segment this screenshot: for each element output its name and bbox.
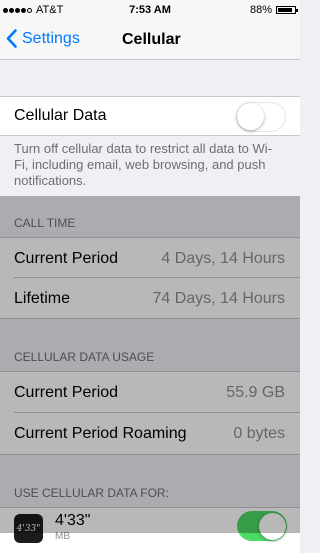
toggle-knob [259, 512, 286, 540]
cellular-data-row: Cellular Data [0, 96, 300, 136]
back-button-label: Settings [22, 29, 80, 47]
row-label: Current Period Roaming [14, 425, 187, 442]
row-label: Lifetime [14, 290, 71, 307]
cellular-data-label: Cellular Data [14, 107, 107, 124]
toggle-knob [237, 103, 264, 130]
row-value: 4 Days, 14 Hours [161, 250, 285, 267]
status-right: 88% [249, 4, 298, 16]
cellular-data-toggle[interactable] [236, 102, 286, 132]
call-time-lifetime-row: Lifetime 74 Days, 14 Hours [0, 278, 300, 319]
app-icon: 4'33" [14, 514, 43, 543]
status-bar: AT&T 7:53 AM 88% [0, 0, 300, 20]
page-title: Cellular [122, 31, 181, 48]
app-row: 4'33" 4'33" MB [0, 507, 300, 553]
row-value: 0 bytes [233, 425, 285, 442]
row-label: Current Period [14, 384, 119, 401]
usage-current-period-row: Current Period 55.9 GB [0, 371, 300, 413]
app-name: 4'33" [55, 512, 91, 529]
usage-roaming-row: Current Period Roaming 0 bytes [0, 413, 300, 455]
row-value: 55.9 GB [226, 384, 285, 401]
data-usage-header: CELLULAR DATA USAGE [14, 350, 155, 364]
call-time-header: CALL TIME [14, 216, 76, 230]
call-time-current-period-row: Current Period 4 Days, 14 Hours [0, 237, 300, 278]
cellular-data-footer: Turn off cellular data to restrict all d… [14, 141, 272, 188]
battery-percent: 88% [249, 4, 272, 16]
back-button[interactable]: Settings [6, 29, 80, 48]
row-label: Current Period [14, 250, 119, 267]
chevron-left-icon [6, 29, 17, 48]
battery-icon [276, 6, 298, 14]
use-cellular-data-for-header: USE CELLULAR DATA FOR: [14, 486, 169, 500]
row-value: 74 Days, 14 Hours [152, 290, 285, 307]
navigation-bar: Settings Cellular [0, 20, 300, 60]
app-cellular-toggle[interactable] [237, 511, 287, 541]
